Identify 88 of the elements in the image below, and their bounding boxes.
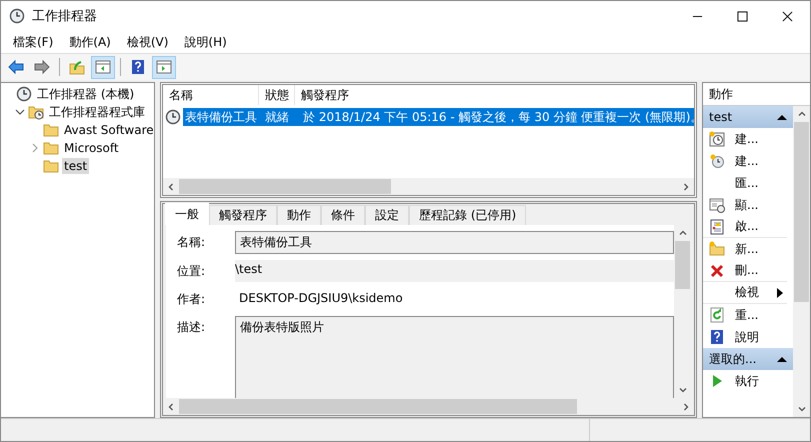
action-label: 匯... [735,174,758,192]
menu-item[interactable]: 檔案(F) [5,34,62,50]
scroll-thumb[interactable] [675,241,690,289]
folder-clock-icon [28,104,44,120]
clock-icon [16,86,32,102]
action-item[interactable]: 新... [703,238,787,260]
folder-arrow-icon [69,59,85,75]
menu-item[interactable]: 檢視(V) [118,34,176,50]
horizontal-scrollbar[interactable] [163,178,694,195]
tree-item[interactable]: 工作排程器程式庫 [47,102,147,122]
table-cell-text: 表特備份工具 [184,108,258,126]
column-header[interactable]: 狀態 [259,85,295,105]
tree-item[interactable]: Avast Software [62,122,156,138]
action-item[interactable]: 啟... [703,216,787,238]
column-header[interactable]: 觸發程序 [295,85,694,105]
action-label: 重... [735,306,758,324]
field-label: 作者: [176,291,206,308]
window-title: 工作排程器 [32,8,97,25]
window-clock-icon [709,197,725,213]
help-icon [709,329,725,345]
tab[interactable]: 設定 [365,205,409,225]
clock-icon [709,153,725,169]
action-item[interactable]: 建... [703,128,787,150]
action-item[interactable]: 匯... [703,172,787,194]
tab[interactable]: 動作 [277,205,321,225]
field-label: 位置: [176,263,206,280]
collapse-icon[interactable] [777,356,787,362]
action-label: 啟... [735,218,758,235]
action-label: 新... [735,240,758,258]
pane-toggle-button[interactable] [152,56,176,78]
table-cell-text: 於 2018/1/24 下午 05:16 - 觸發之後，每 30 分鐘 便重複一次 (無限期)。 [302,108,694,126]
action-label: 顯... [735,196,758,214]
new-folder-icon [709,241,725,257]
new-task-icon [709,131,725,147]
tab[interactable]: 一般 [165,203,209,225]
location-value: \test [235,260,674,282]
table-cell-text: 就緒 [264,108,290,126]
action-item[interactable]: 檢視 [703,282,787,304]
folder-icon [43,140,59,156]
author-value: DESKTOP-DGJSIU9\ksidemo [238,290,404,307]
submenu-arrow-icon [777,288,783,298]
tab[interactable]: 條件 [321,205,365,225]
right-arrow-icon [34,59,50,75]
field-label: 名稱: [176,234,206,251]
action-label: 刪... [735,262,758,279]
action-label: 執行 [735,372,759,390]
task-row[interactable]: 表特備份工具 就緒 於 2018/1/24 下午 05:16 - 觸發之後，每 30 分鐘 便重複一次 (無限期)。 [163,108,694,126]
pane-toggle-button[interactable] [91,56,115,78]
help-icon [130,59,146,75]
tab[interactable]: 觸發程序 [209,205,277,225]
delete-icon [709,262,725,278]
tree-item[interactable]: Microsoft [62,140,121,156]
folder-icon [43,122,59,138]
action-item[interactable]: 建... [703,150,787,172]
section-header[interactable]: 選取的... [703,348,793,370]
name-field[interactable]: 表特備份工具 [235,231,674,254]
collapse-icon[interactable] [777,114,787,120]
tab[interactable]: 歷程記錄 (已停用) [409,205,526,225]
collapse-icon[interactable] [15,107,25,117]
folder-icon [43,158,59,174]
action-label: 說明 [735,328,759,346]
task-icon [165,109,181,125]
pane-icon [156,59,172,75]
action-label: 建... [735,152,758,170]
app-icon [9,8,25,24]
action-label: 建... [735,130,758,148]
action-item[interactable]: 重... [703,304,787,326]
log-icon [709,218,725,234]
expand-icon[interactable] [30,143,40,153]
section-header[interactable]: test [703,106,793,128]
action-label: 檢視 [735,284,759,301]
action-item[interactable]: 刪... [703,260,787,282]
description-field[interactable]: 備份表特版照片 [235,316,674,398]
left-arrow-icon [8,59,24,75]
scroll-thumb[interactable] [794,122,809,302]
refresh-icon [709,307,725,323]
action-item[interactable]: 執行 [703,370,787,392]
pane-icon [95,59,111,75]
field-label: 描述: [176,319,206,336]
menu-item[interactable]: 動作(A) [61,34,119,50]
tree-item[interactable]: test [62,158,90,174]
vertical-scrollbar[interactable] [793,106,810,417]
column-header[interactable]: 名稱 [163,85,259,105]
tree-item[interactable]: 工作排程器 (本機) [35,84,136,104]
action-item[interactable]: 說明 [703,326,787,348]
action-item[interactable]: 顯... [703,194,787,216]
menu-item[interactable]: 說明(H) [176,34,235,50]
panel-title: 動作 [703,83,810,106]
